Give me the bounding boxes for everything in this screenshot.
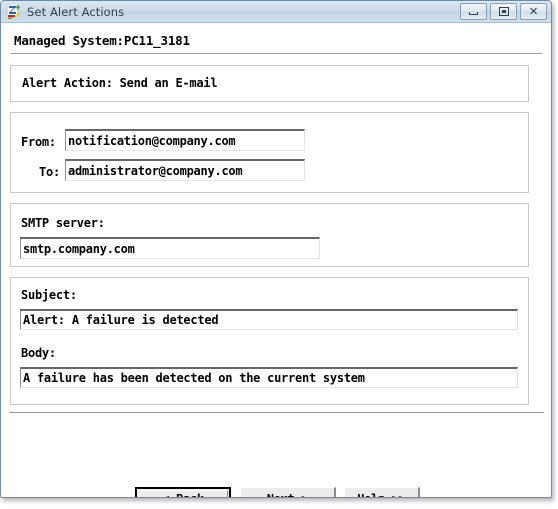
subject-value: Alert: A failure is detected bbox=[23, 313, 219, 327]
subject-label: Subject: bbox=[21, 288, 77, 302]
body-value: A failure has been detected on the curre… bbox=[23, 371, 365, 385]
restore-button[interactable] bbox=[490, 3, 517, 20]
from-input[interactable]: notification@company.com bbox=[65, 129, 305, 151]
smtp-panel: SMTP server: smtp.company.com bbox=[10, 203, 529, 267]
smtp-server-input[interactable]: smtp.company.com bbox=[20, 237, 320, 259]
minimize-icon bbox=[469, 12, 478, 15]
close-button[interactable]: ✕ bbox=[520, 3, 547, 20]
body-input[interactable]: A failure has been detected on the curre… bbox=[20, 367, 518, 388]
header-separator bbox=[11, 53, 542, 54]
from-value: notification@company.com bbox=[68, 133, 236, 148]
body-label: Body: bbox=[21, 346, 56, 360]
to-input[interactable]: administrator@company.com bbox=[65, 159, 305, 181]
footer-separator bbox=[9, 412, 544, 413]
next-button[interactable]: Next > bbox=[240, 487, 336, 497]
alert-action-text: Alert Action: Send an E-mail bbox=[22, 76, 218, 90]
address-panel: From: notification@company.com To: admin… bbox=[10, 112, 529, 193]
to-label: To: bbox=[39, 165, 60, 179]
from-label: From: bbox=[21, 135, 56, 149]
smtp-server-label: SMTP server: bbox=[21, 216, 105, 230]
alert-action-panel: Alert Action: Send an E-mail bbox=[10, 65, 529, 102]
dialog-body: Managed System:PC11_3181 Alert Action: S… bbox=[1, 23, 551, 497]
minimize-button[interactable] bbox=[460, 3, 487, 20]
back-button-label: < Back bbox=[138, 490, 228, 497]
title-bar[interactable]: Set Alert Actions ✕ bbox=[1, 1, 551, 23]
message-panel: Subject: Alert: A failure is detected Bo… bbox=[10, 277, 529, 405]
restore-icon bbox=[498, 7, 509, 16]
window-title: Set Alert Actions bbox=[27, 4, 125, 19]
to-value: administrator@company.com bbox=[68, 163, 243, 178]
managed-system-label: Managed System:PC11_3181 bbox=[14, 33, 190, 48]
subject-input[interactable]: Alert: A failure is detected bbox=[20, 309, 518, 330]
window-controls: ✕ bbox=[460, 3, 547, 20]
help-button[interactable]: Help >> bbox=[344, 487, 420, 497]
alert-actions-icon bbox=[6, 4, 22, 20]
back-button[interactable]: < Back bbox=[135, 487, 231, 497]
set-alert-actions-window: Set Alert Actions ✕ Managed System:PC11_… bbox=[0, 0, 552, 498]
close-icon: ✕ bbox=[528, 5, 539, 18]
smtp-server-value: smtp.company.com bbox=[23, 241, 135, 256]
